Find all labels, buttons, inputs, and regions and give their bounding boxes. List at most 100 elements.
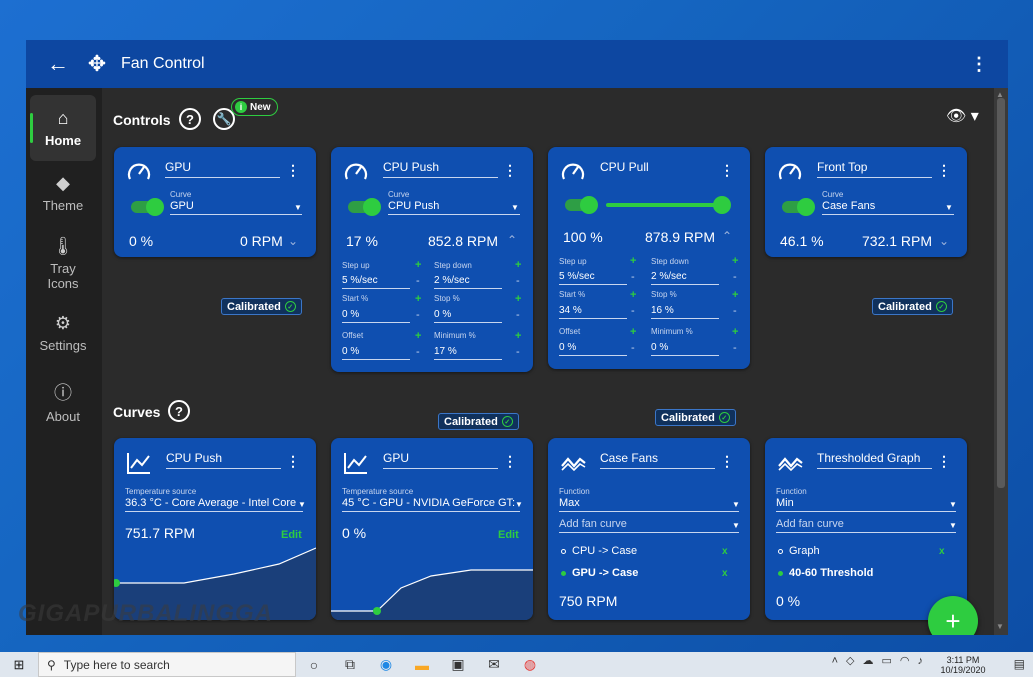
- decrease-button[interactable]: -: [631, 271, 635, 283]
- wifi-icon[interactable]: ◠: [900, 654, 910, 667]
- notification-icon[interactable]: ▤: [1014, 657, 1025, 671]
- curve-select[interactable]: GPU: [170, 200, 302, 215]
- task-view-icon[interactable]: ⧉: [332, 656, 368, 673]
- decrease-button[interactable]: -: [733, 305, 737, 317]
- increase-button[interactable]: +: [732, 289, 738, 301]
- decrease-button[interactable]: -: [516, 346, 520, 358]
- collapse-chevron-icon[interactable]: ⌃: [722, 229, 732, 243]
- increase-button[interactable]: +: [415, 293, 421, 305]
- taskbar-search[interactable]: ⚲ Type here to search: [38, 652, 296, 677]
- curve-name[interactable]: Thresholded Graph: [817, 451, 932, 469]
- start-percent-field[interactable]: 34 %: [559, 305, 627, 319]
- curves-help-icon[interactable]: ?: [168, 400, 190, 422]
- increase-button[interactable]: +: [732, 326, 738, 338]
- visibility-eye-icon[interactable]: 👁 ▾: [946, 106, 979, 126]
- store-icon[interactable]: ▣: [440, 656, 476, 673]
- curve-name[interactable]: GPU: [383, 451, 498, 469]
- mail-icon[interactable]: ✉: [476, 656, 512, 673]
- dropbox-icon[interactable]: ◇: [846, 654, 854, 667]
- increase-button[interactable]: +: [515, 293, 521, 305]
- curve-select[interactable]: Case Fans: [822, 200, 954, 215]
- controls-help-icon[interactable]: ?: [179, 108, 201, 130]
- temperature-source-select[interactable]: 45 °C - GPU - NVIDIA GeForce GT:: [342, 497, 520, 512]
- remove-button[interactable]: x: [722, 546, 728, 557]
- curve-menu-icon[interactable]: ⋮: [720, 453, 734, 470]
- nav-theme[interactable]: ◆ Theme: [30, 168, 96, 218]
- control-name[interactable]: Front Top: [817, 160, 932, 178]
- increase-button[interactable]: +: [415, 259, 421, 271]
- stop-percent-field[interactable]: 16 %: [651, 305, 719, 319]
- expand-chevron-icon[interactable]: ⌄: [939, 234, 949, 248]
- back-arrow-icon[interactable]: ←: [34, 40, 82, 88]
- expand-chevron-icon[interactable]: ⌄: [288, 234, 298, 248]
- control-menu-icon[interactable]: ⋮: [937, 162, 951, 179]
- decrease-button[interactable]: -: [733, 271, 737, 283]
- curve-menu-icon[interactable]: ⋮: [286, 453, 300, 470]
- increase-button[interactable]: +: [732, 255, 738, 267]
- step-up-field[interactable]: 5 %/sec: [342, 275, 410, 289]
- curve-select[interactable]: CPU Push: [388, 200, 520, 215]
- offset-field[interactable]: 0 %: [342, 346, 410, 360]
- offset-field[interactable]: 0 %: [559, 342, 627, 356]
- curve-menu-icon[interactable]: ⋮: [937, 453, 951, 470]
- cortana-icon[interactable]: ○: [296, 657, 332, 673]
- chrome-icon[interactable]: ◍: [512, 656, 548, 673]
- start-percent-field[interactable]: 0 %: [342, 309, 410, 323]
- function-select[interactable]: Max: [559, 497, 739, 512]
- decrease-button[interactable]: -: [416, 275, 420, 287]
- add-fan-curve-select[interactable]: Add fan curve: [559, 518, 739, 533]
- step-down-field[interactable]: 2 %/sec: [651, 271, 719, 285]
- control-name[interactable]: GPU: [165, 160, 280, 178]
- nav-about[interactable]: ⓘ About: [30, 376, 96, 426]
- add-fan-curve-select[interactable]: Add fan curve: [776, 518, 956, 533]
- nav-settings[interactable]: ⚙ Settings: [30, 308, 96, 358]
- decrease-button[interactable]: -: [416, 346, 420, 358]
- function-select[interactable]: Min: [776, 497, 956, 512]
- edge-browser-icon[interactable]: ◉: [368, 656, 404, 673]
- volume-icon[interactable]: ♪: [918, 655, 924, 667]
- step-down-field[interactable]: 2 %/sec: [434, 275, 502, 289]
- increase-button[interactable]: +: [415, 330, 421, 342]
- control-menu-icon[interactable]: ⋮: [286, 162, 300, 179]
- remove-button[interactable]: x: [939, 546, 945, 557]
- remove-button[interactable]: x: [722, 568, 728, 579]
- increase-button[interactable]: +: [630, 289, 636, 301]
- more-menu-icon[interactable]: ⋮: [970, 54, 988, 75]
- increase-button[interactable]: +: [515, 259, 521, 271]
- scrollbar-thumb[interactable]: [997, 98, 1005, 488]
- cloud-icon[interactable]: ☁: [862, 654, 873, 667]
- manual-speed-slider[interactable]: [606, 203, 726, 207]
- control-name[interactable]: CPU Push: [383, 160, 498, 178]
- increase-button[interactable]: +: [630, 255, 636, 267]
- curve-name[interactable]: CPU Push: [166, 451, 281, 469]
- enable-toggle[interactable]: [565, 196, 598, 214]
- curve-name[interactable]: Case Fans: [600, 451, 715, 469]
- slider-handle[interactable]: [713, 196, 731, 214]
- enable-toggle[interactable]: [782, 198, 815, 216]
- decrease-button[interactable]: -: [516, 309, 520, 321]
- taskbar-clock[interactable]: 3:11 PM 10/19/2020: [933, 655, 993, 675]
- temperature-source-select[interactable]: 36.3 °C - Core Average - Intel Core: [125, 497, 303, 512]
- minimum-percent-field[interactable]: 17 %: [434, 346, 502, 360]
- decrease-button[interactable]: -: [416, 309, 420, 321]
- stop-percent-field[interactable]: 0 %: [434, 309, 502, 323]
- step-up-field[interactable]: 5 %/sec: [559, 271, 627, 285]
- edit-button[interactable]: Edit: [281, 529, 302, 541]
- vertical-scrollbar[interactable]: ▲ ▼: [994, 88, 1008, 635]
- increase-button[interactable]: +: [515, 330, 521, 342]
- decrease-button[interactable]: -: [631, 342, 635, 354]
- control-menu-icon[interactable]: ⋮: [503, 162, 517, 179]
- nav-tray-icons[interactable]: 🌡 Tray Icons: [30, 233, 96, 293]
- edit-button[interactable]: Edit: [498, 529, 519, 541]
- battery-icon[interactable]: ▭: [881, 654, 891, 667]
- enable-toggle[interactable]: [348, 198, 381, 216]
- control-menu-icon[interactable]: ⋮: [720, 162, 734, 179]
- windows-start-icon[interactable]: ⊞: [0, 657, 38, 673]
- minimum-percent-field[interactable]: 0 %: [651, 342, 719, 356]
- file-explorer-icon[interactable]: ▬: [404, 657, 440, 673]
- decrease-button[interactable]: -: [516, 275, 520, 287]
- decrease-button[interactable]: -: [733, 342, 737, 354]
- curve-menu-icon[interactable]: ⋮: [503, 453, 517, 470]
- collapse-chevron-icon[interactable]: ⌃: [507, 233, 517, 247]
- curve-graph[interactable]: [331, 546, 533, 620]
